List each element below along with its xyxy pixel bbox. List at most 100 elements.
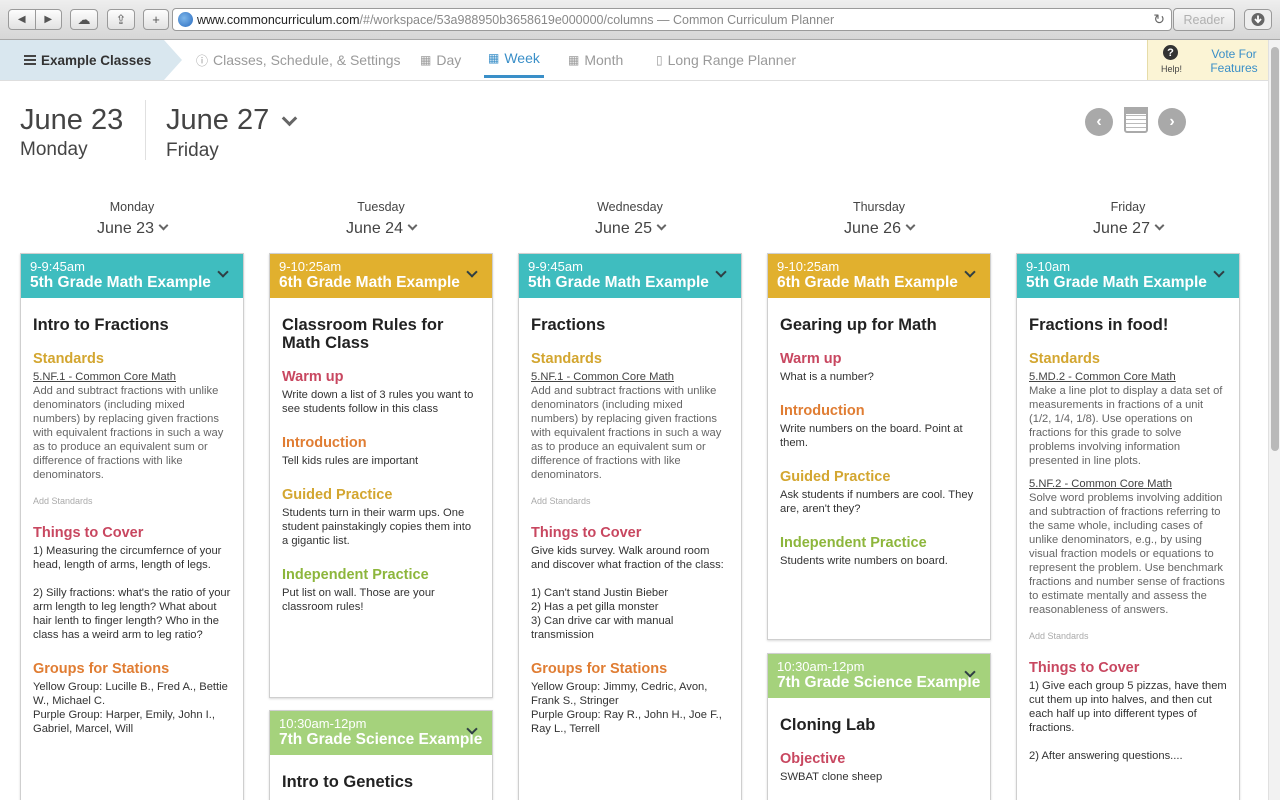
lesson-section: Introduction Tell kids rules are importan… [282, 434, 480, 468]
lesson-card: 9-10:25am 6th Grade Math Example Gearing u… [767, 253, 991, 640]
section-heading: Things to Cover [33, 525, 144, 541]
tab-week[interactable]: ▦ Week [484, 40, 544, 78]
section-heading: Things to Cover [1029, 660, 1140, 676]
lesson-card-body[interactable]: Cloning Lab Objective SWBAT clone sheep [768, 698, 990, 800]
next-week-button[interactable]: › [1158, 108, 1186, 136]
reader-button[interactable]: Reader [1173, 8, 1235, 31]
calendar-picker-icon[interactable] [1124, 107, 1148, 133]
section-text: What is a number? [780, 371, 874, 383]
section-heading: Objective [780, 751, 846, 767]
calendar-icon: ▦ [488, 50, 500, 65]
lesson-card-header[interactable]: 9-10:25am 6th Grade Math Example [270, 254, 492, 298]
section-text: Tell kids rules are important [282, 455, 419, 467]
day-date-selector[interactable]: June 23 [20, 220, 244, 242]
chevron-down-icon[interactable] [656, 220, 667, 231]
day-date: June 25 [595, 220, 652, 237]
lesson-card-body[interactable]: Gearing up for Math Warm up What is a numb… [768, 298, 990, 598]
day-date-selector[interactable]: June 25 [518, 220, 742, 242]
standard-link[interactable]: 5.NF.2 - Common Core Math [1029, 477, 1227, 491]
day-name: Friday [1110, 200, 1146, 214]
scrollbar-thumb[interactable] [1271, 47, 1279, 451]
lesson-card-body[interactable]: Intro to Fractions Standards 5.NF.1 - Comm… [21, 298, 243, 766]
lesson-time: 10:30am-12pm [777, 659, 865, 674]
lesson-section: Warm up What is a number? [780, 350, 978, 384]
lesson-section: Groups for Stations Yellow Group: Lucille… [33, 660, 231, 736]
standard-link[interactable]: 5.MD.2 - Common Core Math [1029, 370, 1227, 384]
chevron-down-icon[interactable] [158, 220, 169, 231]
previous-week-button[interactable]: ‹ [1085, 108, 1113, 136]
lesson-card-body[interactable]: Intro to Genetics [270, 755, 492, 800]
lesson-section: Things to Cover 1) Give each group 5 pizz… [1029, 659, 1227, 763]
add-standards-link[interactable]: Add Standards [1029, 631, 1227, 641]
chevron-down-icon[interactable] [1154, 220, 1165, 231]
vote-features-link[interactable]: Vote For Features [1206, 47, 1262, 75]
lesson-class-name: 7th Grade Science Example [777, 674, 981, 691]
section-heading: Introduction [282, 435, 367, 451]
lesson-card-body[interactable]: Fractions Standards 5.NF.1 - Common Core M… [519, 298, 741, 766]
lesson-title: Classroom Rules for Math Class [282, 316, 444, 352]
back-icon[interactable]: ◀ [9, 10, 36, 29]
day-date-selector[interactable]: June 27 [1016, 220, 1240, 242]
section-heading: Guided Practice [282, 487, 393, 503]
lesson-card-header[interactable]: 9-10am 5th Grade Math Example [1017, 254, 1239, 298]
icloud-tabs-icon[interactable]: ☁ [70, 9, 98, 30]
lesson-title: Gearing up for Math [780, 316, 937, 334]
lesson-card-header[interactable]: 10:30am-12pm 7th Grade Science Example [768, 654, 990, 698]
lesson-card-body[interactable]: Fractions in food! Standards 5.MD.2 - Comm… [1017, 298, 1239, 793]
lesson-title: Fractions [531, 316, 606, 334]
standard-link[interactable]: 5.NF.1 - Common Core Math [33, 370, 231, 384]
lesson-class-name: 5th Grade Math Example [528, 274, 709, 291]
new-tab-icon[interactable]: + [143, 9, 169, 30]
lesson-card: 9-10am 5th Grade Math Example Fractions in… [1016, 253, 1240, 800]
downloads-icon[interactable] [1244, 9, 1272, 30]
day-name: Wednesday [597, 200, 663, 214]
chevron-down-icon[interactable] [281, 110, 298, 127]
section-heading: Standards [1029, 351, 1100, 367]
day-column: Monday June 23 9-9:45am 5th Grade Math Exam… [20, 200, 244, 800]
browser-toolbar: ◀ ▶ ☁ ⇪ + www.commoncurriculum.com/#/wor… [0, 0, 1280, 40]
lesson-card-header[interactable]: 9-9:45am 5th Grade Math Example [519, 254, 741, 298]
lesson-section: Things to Cover 1) Measuring the circumfe… [33, 524, 231, 642]
chevron-down-icon[interactable] [905, 220, 916, 231]
day-name: Thursday [852, 200, 906, 214]
lesson-title: Intro to Fractions [33, 316, 169, 334]
range-start-day: Monday [20, 139, 88, 160]
section-text: Ask students if numbers are cool. They a… [780, 489, 974, 515]
tab-day[interactable]: ▦ Day [420, 40, 461, 80]
address-bar[interactable]: www.commoncurriculum.com/#/workspace/53a… [172, 8, 1172, 31]
help-label[interactable]: Help! [1161, 64, 1182, 74]
section-heading: Warm up [780, 351, 842, 367]
tab-month[interactable]: ▦ Month [568, 40, 623, 80]
standard-description: Add and subtract fractions with unlike d… [33, 385, 224, 481]
lesson-title: Cloning Lab [780, 716, 876, 734]
help-icon[interactable]: ? [1163, 45, 1178, 60]
lesson-card-header[interactable]: 9-9:45am 5th Grade Math Example [21, 254, 243, 298]
page-scrollbar[interactable] [1268, 40, 1280, 800]
classes-menu-button[interactable]: Example Classes [0, 40, 182, 80]
share-icon[interactable]: ⇪ [107, 9, 135, 30]
section-heading: Warm up [282, 369, 344, 385]
day-date-selector[interactable]: June 24 [269, 220, 493, 242]
chevron-down-icon[interactable] [407, 220, 418, 231]
lesson-class-name: 6th Grade Math Example [279, 274, 460, 291]
standard-link[interactable]: 5.NF.1 - Common Core Math [531, 370, 729, 384]
lesson-card-header[interactable]: 10:30am-12pm 7th Grade Science Example [270, 711, 492, 755]
tab-long-range-planner[interactable]: ▯ Long Range Planner [656, 40, 796, 80]
calendar-icon: ▦ [568, 53, 580, 67]
tab-classes-settings[interactable]: ⓘ Classes, Schedule, & Settings [196, 40, 401, 80]
app-navigation: Example Classes ⓘ Classes, Schedule, & Se… [0, 40, 1268, 81]
lesson-card-header[interactable]: 9-10:25am 6th Grade Math Example [768, 254, 990, 298]
add-standards-link[interactable]: Add Standards [33, 496, 231, 506]
lesson-card-body[interactable]: Classroom Rules for Math Class Warm up Wri… [270, 298, 492, 644]
reload-icon[interactable]: ↻ [1153, 11, 1165, 28]
lesson-card: 9-10:25am 6th Grade Math Example Classroom… [269, 253, 493, 698]
lesson-section: Guided Practice Students turn in their wa… [282, 486, 480, 548]
lesson-title: Intro to Genetics [282, 773, 414, 791]
range-end-day: Friday [166, 140, 219, 161]
lesson-card: 10:30am-12pm 7th Grade Science Example Int… [269, 710, 493, 800]
section-heading: Standards [33, 351, 104, 367]
forward-icon[interactable]: ▶ [36, 10, 62, 29]
range-end-date[interactable]: June 27 [166, 104, 269, 137]
add-standards-link[interactable]: Add Standards [531, 496, 729, 506]
day-date-selector[interactable]: June 26 [767, 220, 991, 242]
